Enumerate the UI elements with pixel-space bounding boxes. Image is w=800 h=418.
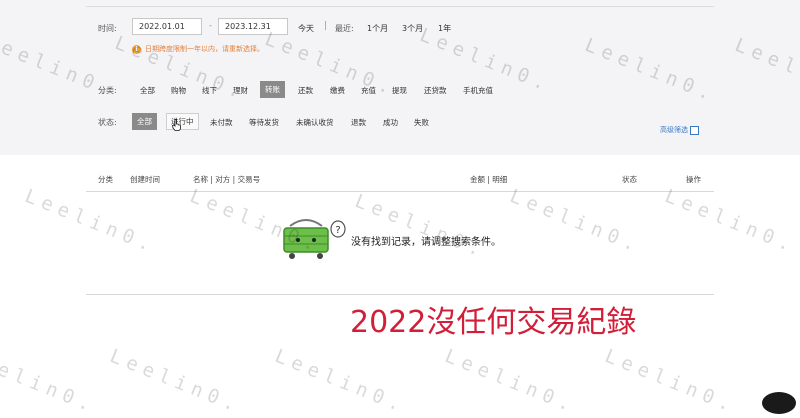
filter-panel: 时间: 2022.01.01 - 2023.12.31 今天 | 最近: 1个月…: [0, 0, 800, 155]
category-all[interactable]: 全部: [136, 83, 159, 98]
empty-state-message: 没有找到记录，请调整搜索条件。: [351, 237, 501, 248]
warning-text: 日期跨度限制一年以内，请重新选择。: [145, 45, 264, 53]
category-bills[interactable]: 缴费: [326, 83, 349, 98]
start-date-input[interactable]: 2022.01.01: [132, 18, 202, 35]
top-divider: [86, 6, 714, 7]
watermark: Leelin0.: [506, 185, 645, 258]
today-button[interactable]: 今天: [298, 23, 314, 34]
watermark: Leelin0.: [601, 345, 740, 418]
watermark: Leelin0.: [351, 190, 490, 263]
time-divider: |: [324, 21, 328, 31]
header-status: 状态: [622, 175, 637, 184]
header-action: 操作: [686, 175, 701, 184]
category-offline[interactable]: 线下: [198, 83, 221, 98]
watermark: Leelin0.: [271, 345, 410, 418]
date-range-warning: ! 日期跨度限制一年以内，请重新选择。: [132, 44, 264, 54]
status-in-progress[interactable]: 进行中: [166, 113, 199, 130]
category-topup[interactable]: 充值: [357, 83, 380, 98]
watermark: Leelin0.: [106, 345, 245, 418]
header-name-party-txn: 名称 | 对方 | 交易号: [193, 175, 261, 184]
advanced-filter-label: 高级筛选: [660, 126, 688, 134]
date-separator: -: [209, 21, 212, 30]
range-3-months[interactable]: 3个月: [402, 23, 423, 34]
checkbox-icon: [690, 125, 699, 135]
status-unpaid[interactable]: 未付款: [206, 115, 237, 130]
watermark: Leelin0.: [21, 185, 160, 258]
status-unconfirmed-receipt[interactable]: 未确认收货: [292, 115, 338, 130]
category-loan-repay[interactable]: 还贷款: [420, 83, 451, 98]
category-shopping[interactable]: 购物: [167, 83, 190, 98]
overlay-caption: 2022沒任何交易紀錄: [350, 305, 637, 340]
status-failed[interactable]: 失败: [410, 115, 433, 130]
category-label: 分类:: [98, 86, 117, 95]
range-1-year[interactable]: 1年: [438, 23, 451, 34]
header-created-time: 创建时间: [130, 175, 160, 184]
category-withdraw[interactable]: 提现: [388, 83, 411, 98]
hand-cursor-icon: [172, 119, 181, 131]
status-success[interactable]: 成功: [379, 115, 402, 130]
header-category: 分类: [98, 175, 113, 184]
recent-label: 最近:: [335, 24, 354, 33]
category-repay[interactable]: 还款: [294, 83, 317, 98]
svg-text:?: ?: [335, 225, 340, 236]
status-label: 状态:: [98, 118, 117, 127]
header-amount-detail: 金额 | 明细: [470, 175, 508, 184]
status-all[interactable]: 全部: [132, 113, 157, 130]
status-awaiting-shipment[interactable]: 等待发货: [245, 115, 283, 130]
corner-shape: [762, 392, 796, 414]
empty-basket-icon: ?: [283, 219, 346, 259]
watermark: Leelin0.: [0, 345, 100, 418]
category-transfer[interactable]: 转账: [260, 81, 285, 98]
bottom-divider: [86, 294, 714, 295]
advanced-filter-link[interactable]: 高级筛选: [660, 125, 699, 135]
watermark: Leelin0.: [661, 185, 800, 258]
category-phone-topup[interactable]: 手机充值: [459, 83, 497, 98]
warning-icon: !: [132, 44, 141, 54]
range-1-month[interactable]: 1个月: [367, 23, 388, 34]
status-refund[interactable]: 退款: [347, 115, 370, 130]
time-label: 时间:: [98, 24, 117, 33]
category-finance[interactable]: 理财: [229, 83, 252, 98]
watermark: Leelin0.: [441, 345, 580, 418]
header-divider: [86, 191, 714, 192]
end-date-input[interactable]: 2023.12.31: [218, 18, 288, 35]
